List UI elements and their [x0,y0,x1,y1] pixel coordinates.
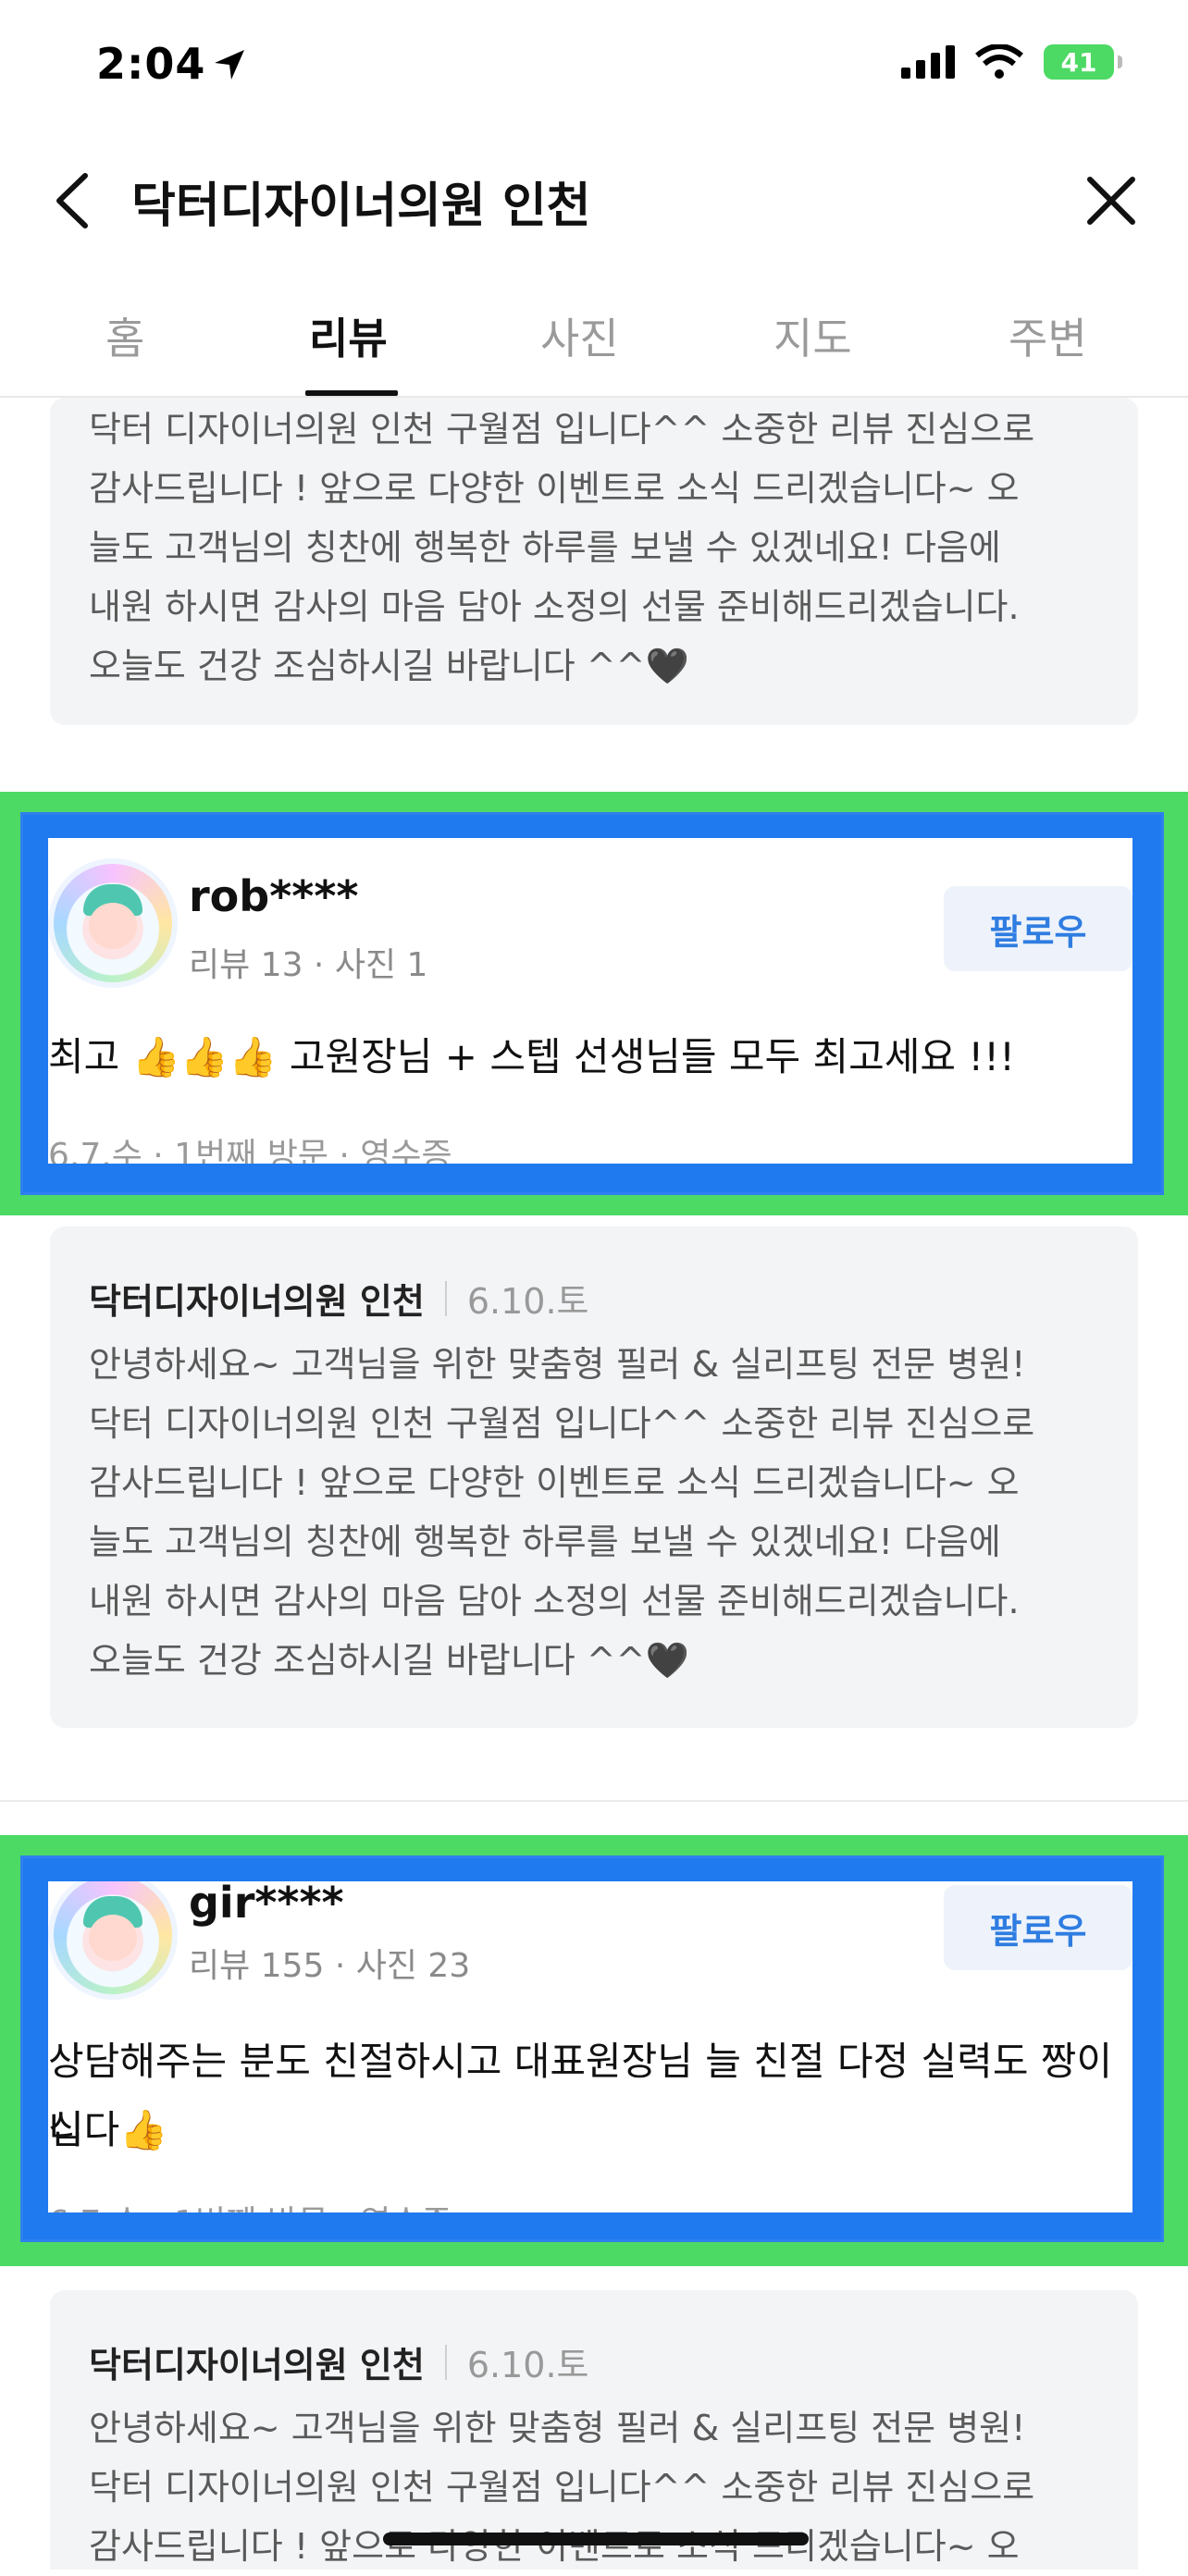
reply-header: 닥터디자이너의원 인천 6.10.토 [50,2290,1138,2387]
owner-reply: 닥터디자이너의원 인천 6.10.토 안녕하세요~ 고객님을 위한 맞춤형 필러… [50,1226,1138,1728]
battery-level: 41 [1060,46,1097,78]
tab-photos[interactable]: 사진 [540,305,619,366]
follow-button[interactable]: 팔로우 [944,886,1132,971]
review-card[interactable]: rob**** 리뷰 13 · 사진 1 팔로우 최고 👍👍👍 고원장님 + 스… [48,838,1132,1164]
tab-map[interactable]: 지도 [773,305,852,366]
reply-owner-name: 닥터디자이너의원 인천 [89,1281,425,1322]
close-icon[interactable] [1084,174,1138,228]
review-text-line2[interactable]: 니다👍 [48,2096,168,2164]
reply-text: 안녕하세요~ 고객님을 위한 맞춤형 필러 & 실리프팅 전문 병원! 닥터 디… [89,2408,1035,2567]
review-user-stats: 리뷰 13 · 사진 1 [189,946,428,984]
review-username[interactable]: rob**** [189,871,358,921]
divider [444,1280,447,1316]
back-icon[interactable] [52,170,94,231]
review-username[interactable]: gir**** [189,1881,344,1928]
status-time: 2:04 [96,39,206,89]
tab-bar: 홈 리뷰 사진 지도 주변 [0,294,1188,398]
reply-date: 6.10.토 [466,2345,589,2385]
home-indicator[interactable] [383,2533,809,2545]
reply-date: 6.10.토 [466,1281,589,1322]
owner-reply: 닥터디자이너의원 인천 6.10.토 안녕하세요~ 고객님을 위한 맞춤형 필러… [50,2290,1138,2570]
divider [0,1800,1188,1802]
reply-owner-name: 닥터디자이너의원 인천 [89,2345,425,2385]
battery-icon: 41 [1044,44,1122,80]
wifi-icon [975,44,1023,79]
reply-text: 안녕하세요~ 고객님을 위한 맞춤형 필러 & 실리프팅 전문 병원! 닥터 디… [89,1344,1035,1681]
status-icons: 41 [901,44,1122,80]
reply-header: 닥터디자이너의원 인천 6.10.토 [50,1226,1138,1324]
location-arrow-icon [215,50,244,80]
page-title: 닥터디자이너의원 인천 [131,179,591,234]
avatar[interactable] [48,858,178,988]
active-tab-indicator [305,390,398,396]
avatar[interactable] [48,1881,178,2000]
reply-text: 닥터 디자이너의원 인천 구월점 입니다^^ 소중한 리뷰 진심으로 감사드립니… [89,409,1035,686]
owner-reply: 닥터 디자이너의원 인천 구월점 입니다^^ 소중한 리뷰 진심으로 감사드립니… [50,398,1138,725]
signal-icon [901,45,955,79]
review-meta: 6.7.수 · 1번째 방문 · 영수증 [48,2196,452,2212]
review-text-line1[interactable]: 상담해주는 분도 친절하시고 대표원장님 늘 친절 다정 실력도 짱이십 [48,2028,1132,2164]
tab-home[interactable]: 홈 [105,305,144,366]
follow-button[interactable]: 팔로우 [944,1885,1132,1970]
review-text[interactable]: 최고 👍👍👍 고원장님 + 스텝 선생님들 모두 최고세요 !!! [48,1023,1015,1091]
review-user-stats: 리뷰 155 · 사진 23 [189,1947,471,1985]
tab-nearby[interactable]: 주변 [1009,305,1087,366]
divider [444,2344,447,2380]
review-meta: 6.7.수 · 1번째 방문 · 영수증 [48,1137,452,1164]
tab-reviews[interactable]: 리뷰 [309,305,388,366]
review-card[interactable]: gir**** 리뷰 155 · 사진 23 팔로우 상담해주는 분도 친절하시… [48,1881,1132,2212]
